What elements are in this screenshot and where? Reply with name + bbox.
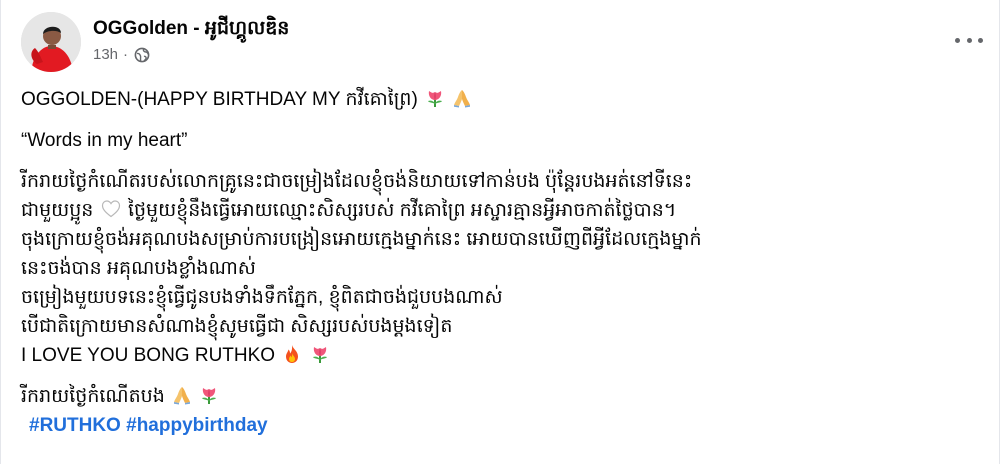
hashtag-happybirthday[interactable]: #happybirthday <box>126 415 267 436</box>
author-name[interactable]: OGGolden - អូជីហ្គូលឌិន <box>93 18 289 40</box>
quote-line: “Words in my heart” <box>21 130 188 151</box>
body-line-7: I LOVE YOU BONG RUTHKO <box>21 341 981 370</box>
body-line-2: ជាមួយប្អូន ថ្ងៃមួយខ្ញុំនឹងធ្វើអោយឈ្មោះសិ… <box>21 200 677 221</box>
more-options-icon[interactable] <box>955 30 983 50</box>
body-line-1: រីករាយថ្ងៃកំណើតរបស់លោកគ្រូនេះជាចម្រៀងដែល… <box>21 171 693 192</box>
globe-icon[interactable] <box>134 47 150 63</box>
post-card: OGGolden - អូជីហ្គូលឌិន 13h · OGGOLDEN-(… <box>0 0 1000 464</box>
post-header: OGGolden - អូជីហ្គូលឌិន 13h · <box>21 12 289 72</box>
post-content: OGGOLDEN-(HAPPY BIRTHDAY MY កវីគោព្រៃ) “… <box>21 85 981 440</box>
hashtag-ruthko[interactable]: #RUTHKO <box>29 415 121 436</box>
body-line-3: ចុងក្រោយខ្ញុំចង់អគុណបងសម្រាប់ការបង្រៀនអោ… <box>21 229 702 250</box>
tulip-icon <box>428 91 443 107</box>
fire-icon <box>286 345 299 363</box>
hashtags: #RUTHKO #happybirthday <box>29 411 981 440</box>
closing-line: រីករាយថ្ងៃកំណើតបង <box>21 382 981 411</box>
body-line-4: នេះចង់បាន អគុណបងខ្លាំងណាស់ <box>21 258 256 279</box>
folded-hands-icon <box>174 387 191 405</box>
post-meta: OGGolden - អូជីហ្គូលឌិន 13h · <box>93 18 289 64</box>
avatar-image <box>21 12 81 72</box>
separator: · <box>123 46 129 63</box>
body-line-5: ចម្រៀងមួយបទនេះខ្ញុំធ្វើជូនបងទាំងទឹកភ្នែក… <box>21 287 503 308</box>
post-title-line: OGGOLDEN-(HAPPY BIRTHDAY MY កវីគោព្រៃ) <box>21 85 981 114</box>
post-time[interactable]: 13h <box>93 46 118 64</box>
tulip-icon <box>202 388 217 404</box>
body-line-6: បើជាតិក្រោយមានសំណាងខ្ញុំសូមធ្វើជា សិស្សរ… <box>21 316 453 337</box>
avatar[interactable] <box>21 12 81 72</box>
white-heart-icon <box>101 200 120 218</box>
post-subline: 13h · <box>93 46 289 64</box>
tulip-icon <box>312 347 327 363</box>
folded-hands-icon <box>454 90 471 108</box>
